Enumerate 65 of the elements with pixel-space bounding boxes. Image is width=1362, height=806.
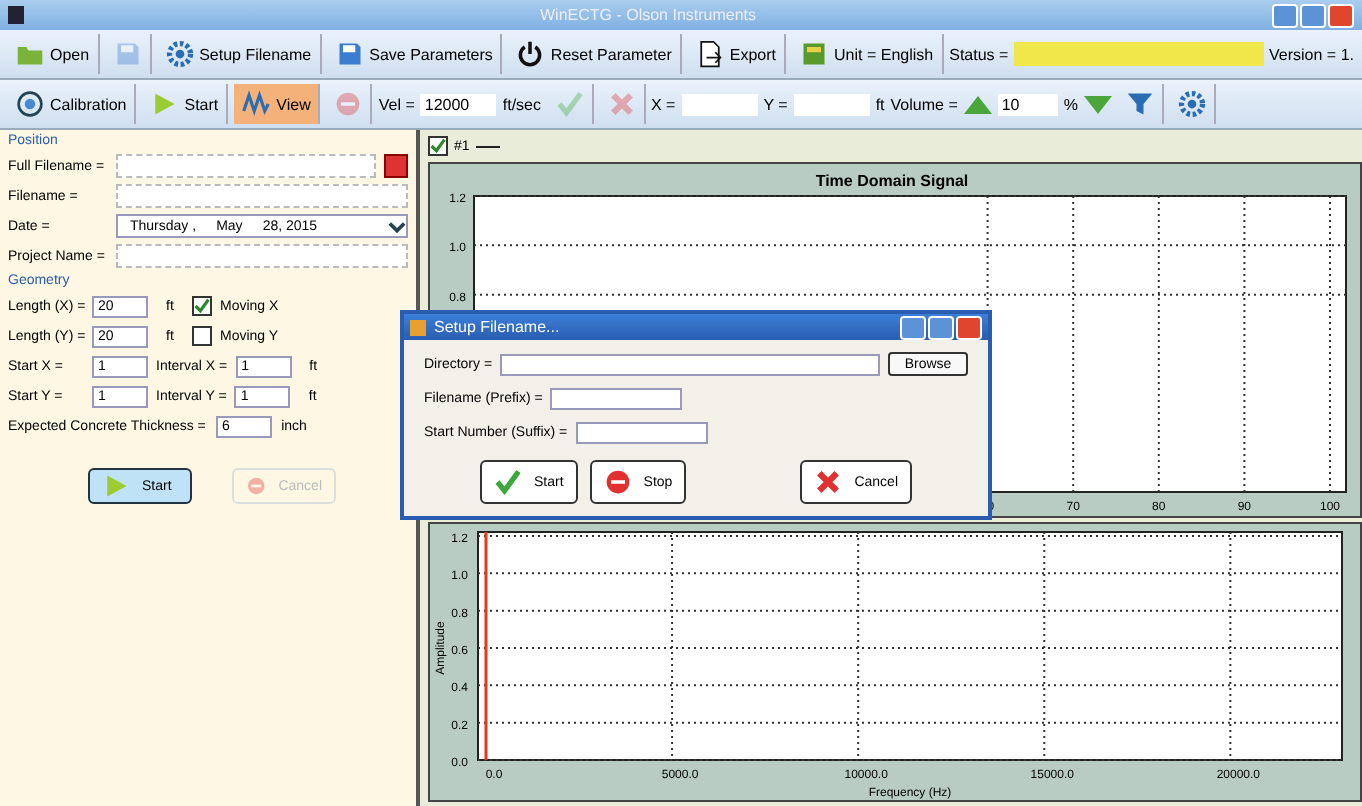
save-icon: [335, 40, 364, 68]
app-icon: [410, 319, 426, 335]
target-icon: [16, 90, 44, 118]
wave-icon: [242, 90, 271, 118]
toolbar-button[interactable]: Save Parameters: [327, 34, 503, 74]
input-field[interactable]: [793, 93, 870, 115]
toolbar-button[interactable]: Unit = English: [792, 34, 944, 74]
clear-button[interactable]: [384, 154, 408, 178]
volume-down-button[interactable]: [1083, 95, 1112, 113]
book-icon: [800, 40, 829, 68]
dialog-title: Setup Filename...: [434, 318, 562, 336]
input-field[interactable]: [550, 388, 683, 410]
window-title: WinECTG - Olson Instruments: [537, 6, 759, 24]
dropdown-icon: [388, 217, 406, 235]
toolbar-button[interactable]: Open: [8, 34, 100, 74]
input-field[interactable]: 12000: [420, 93, 497, 115]
cross-icon: [607, 90, 635, 118]
stop-icon: [246, 472, 267, 500]
stop-icon: [603, 468, 632, 496]
play-icon: [150, 90, 179, 118]
maximize-button[interactable]: [1300, 3, 1326, 27]
toolbar-button[interactable]: View: [234, 84, 321, 124]
input-field[interactable]: [500, 353, 880, 375]
gear-icon: [1177, 90, 1206, 118]
input-field[interactable]: [116, 244, 408, 268]
save-icon: [113, 40, 142, 68]
close-button[interactable]: [1328, 3, 1354, 27]
toolbar-button[interactable]: Calibration: [8, 84, 137, 124]
checkbox[interactable]: [192, 296, 212, 316]
cross-icon: [814, 468, 843, 496]
gear-icon: [165, 40, 194, 68]
field-label: Y =: [763, 95, 788, 113]
chart-title: Time Domain Signal: [815, 172, 969, 190]
field-label: X =: [651, 95, 676, 113]
export-icon: [695, 40, 724, 68]
play-icon: [102, 472, 130, 500]
unit-label: ft: [875, 95, 885, 113]
checkbox[interactable]: [192, 326, 212, 346]
check-icon: [555, 90, 583, 118]
minimize-button[interactable]: [900, 315, 926, 339]
maximize-button[interactable]: [928, 315, 954, 339]
input-field[interactable]: [116, 184, 408, 208]
legend-line: [475, 145, 500, 147]
series-checkbox[interactable]: [428, 136, 448, 156]
check-icon: [494, 468, 522, 496]
unit-label: %: [1063, 95, 1078, 113]
input-field[interactable]: [681, 93, 758, 115]
input-field[interactable]: [575, 422, 708, 444]
filter-icon: [1125, 90, 1154, 118]
app-icon: [8, 6, 24, 24]
minimize-button[interactable]: [1272, 3, 1298, 27]
toolbar-button[interactable]: Export: [687, 34, 787, 74]
stop-icon: [334, 90, 363, 118]
volume-field[interactable]: 10: [997, 93, 1058, 115]
status-label: Status =: [949, 45, 1009, 63]
power-icon: [516, 40, 545, 68]
toolbar-button[interactable]: Start: [142, 84, 229, 124]
toolbar-button[interactable]: Reset Parameter: [508, 34, 682, 74]
version-label: Version = 1.: [1269, 45, 1354, 63]
volume-label: Volume =: [890, 95, 958, 113]
close-button[interactable]: [956, 315, 982, 339]
unit-label: ft/sec: [502, 95, 541, 113]
field-label: Vel =: [378, 95, 415, 113]
input-field[interactable]: [116, 154, 376, 178]
toolbar-button[interactable]: Setup Filename: [157, 34, 322, 74]
